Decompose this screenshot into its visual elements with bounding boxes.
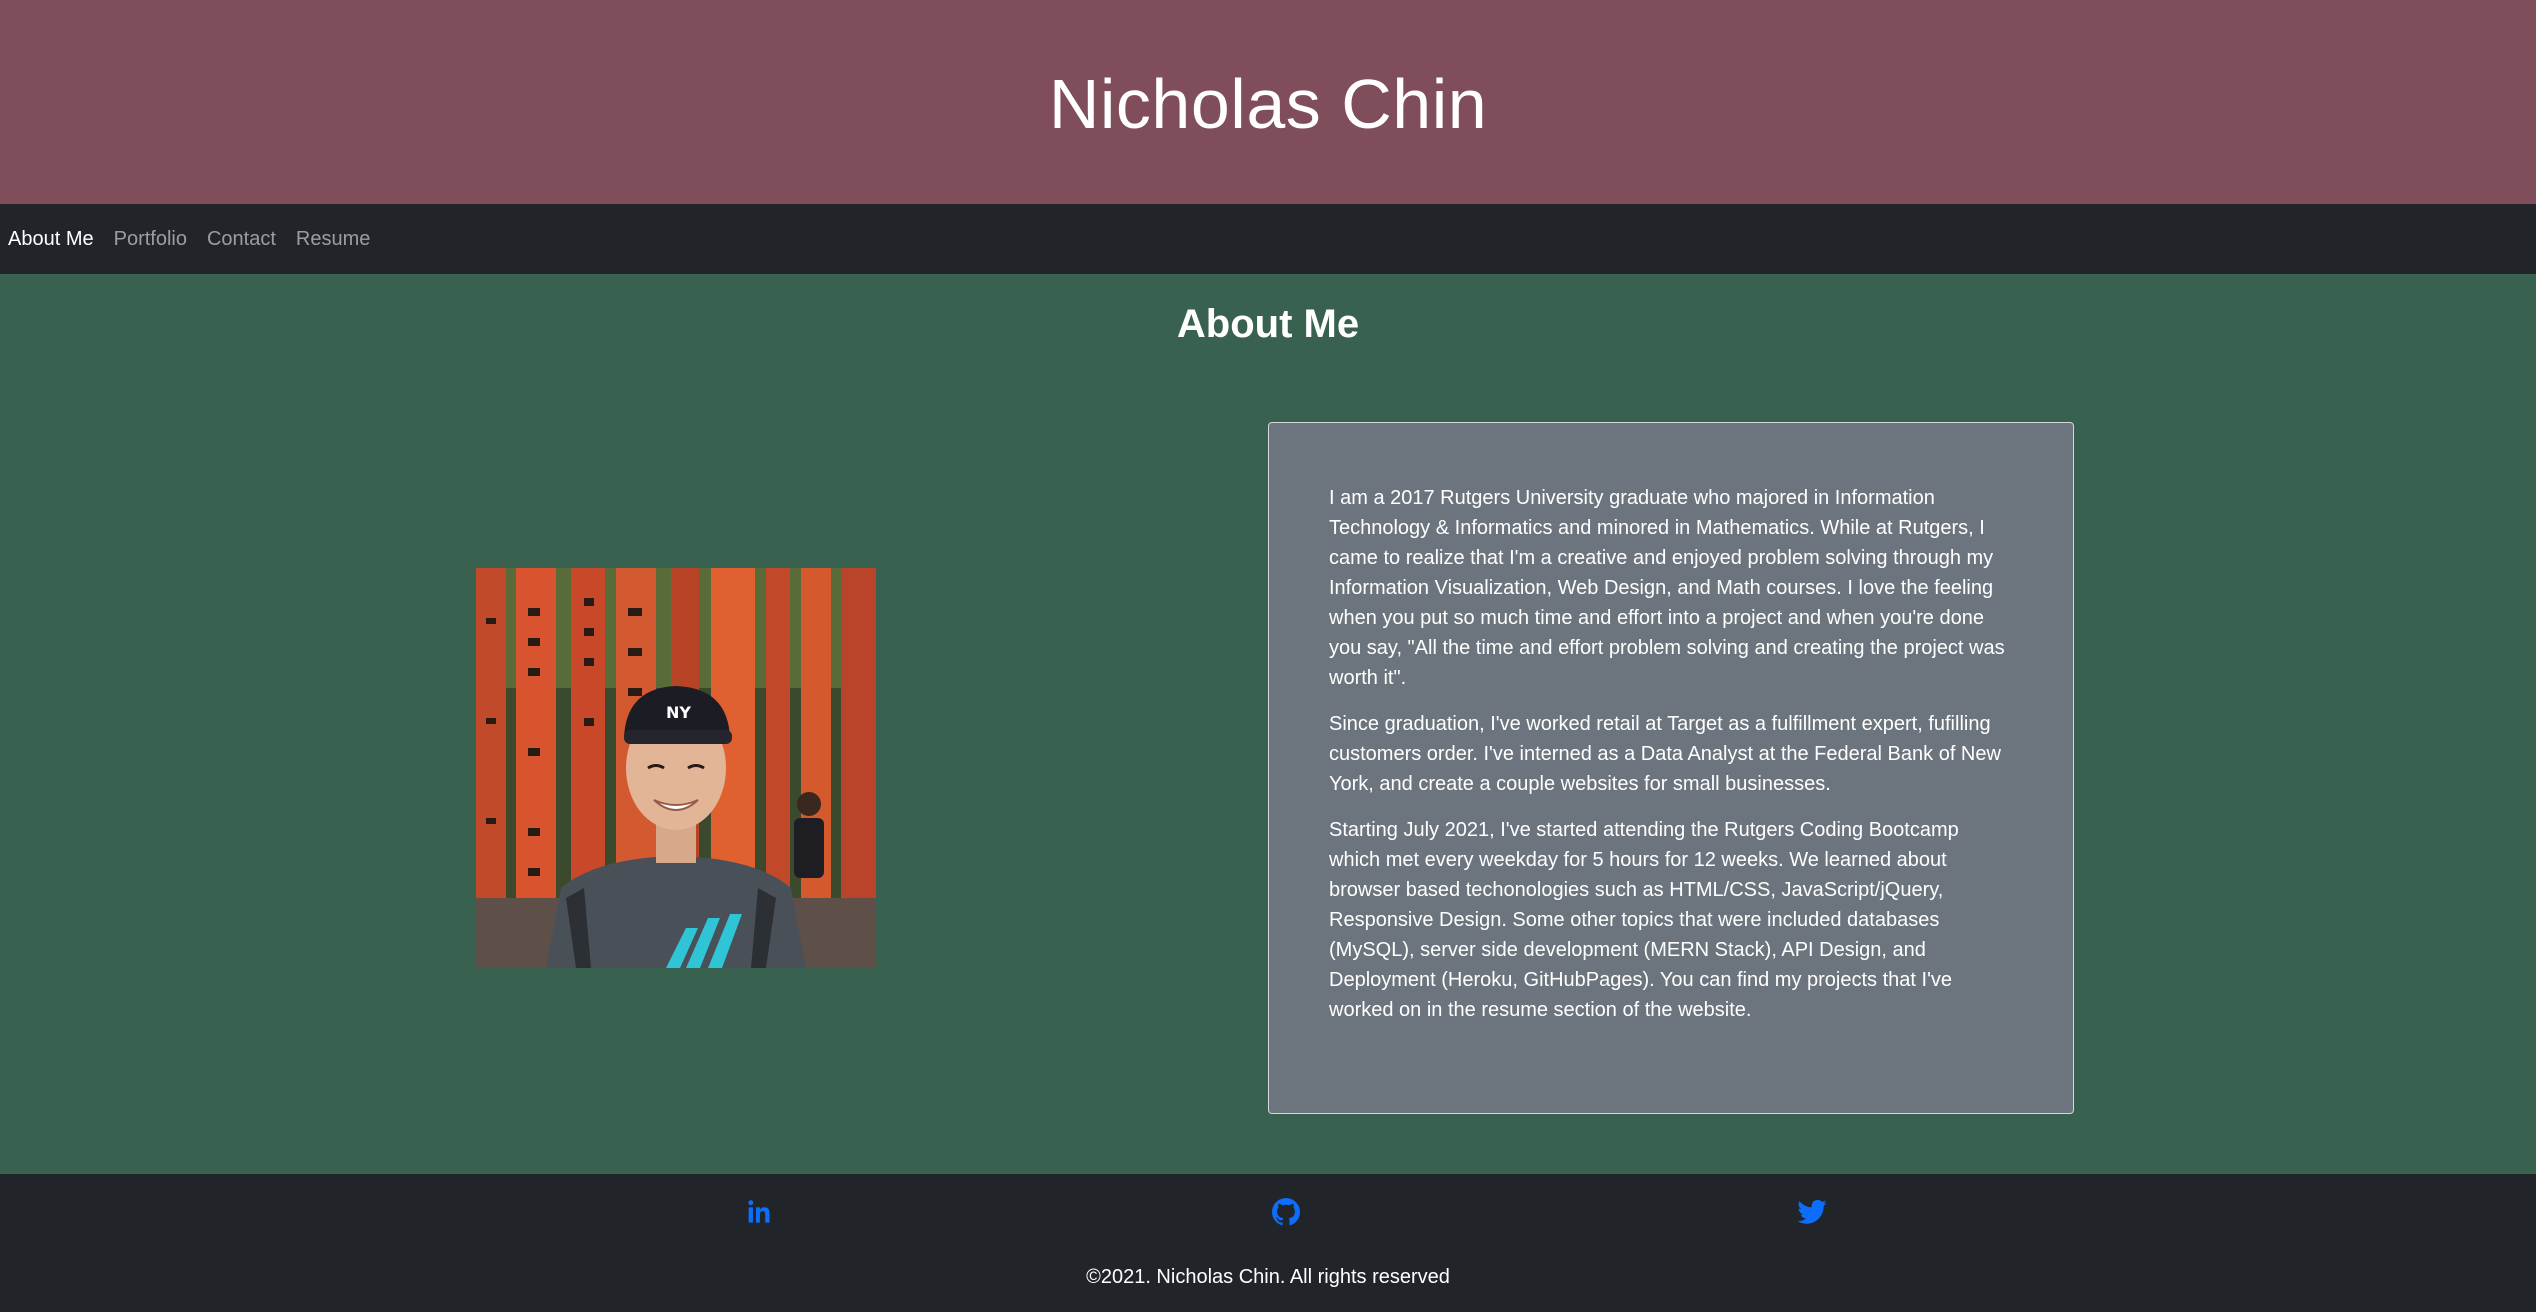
section-heading: About Me xyxy=(1176,302,1360,346)
navbar: About Me Portfolio Contact Resume xyxy=(0,204,2536,274)
about-paragraph-2: Since graduation, I've worked retail at … xyxy=(1329,713,2001,795)
nav-link-portfolio[interactable]: Portfolio xyxy=(114,228,187,251)
twitter-icon[interactable] xyxy=(1796,1196,1828,1228)
profile-photo: NY xyxy=(476,568,876,968)
nav-link-contact[interactable]: Contact xyxy=(207,228,276,251)
github-icon[interactable] xyxy=(1270,1196,1302,1228)
svg-text:NY: NY xyxy=(666,703,691,722)
linkedin-icon[interactable] xyxy=(744,1196,776,1228)
about-card: I am a 2017 Rutgers University graduate … xyxy=(1268,422,2074,1114)
nav-link-resume[interactable]: Resume xyxy=(296,228,370,251)
site-header: Nicholas Chin xyxy=(0,0,2536,204)
about-paragraph-3: Starting July 2021, I've started attendi… xyxy=(1329,819,1959,1021)
nav-link-about-me[interactable]: About Me xyxy=(8,228,94,251)
about-section: About Me NY I am a 2017 Rutgers Universi… xyxy=(0,274,2536,1174)
copyright-text: ©2021. Nicholas Chin. All rights reserve… xyxy=(1086,1266,1450,1288)
about-paragraph-1: I am a 2017 Rutgers University graduate … xyxy=(1329,487,2005,689)
site-title: Nicholas Chin xyxy=(1048,65,1488,143)
footer: ©2021. Nicholas Chin. All rights reserve… xyxy=(0,1174,2536,1312)
